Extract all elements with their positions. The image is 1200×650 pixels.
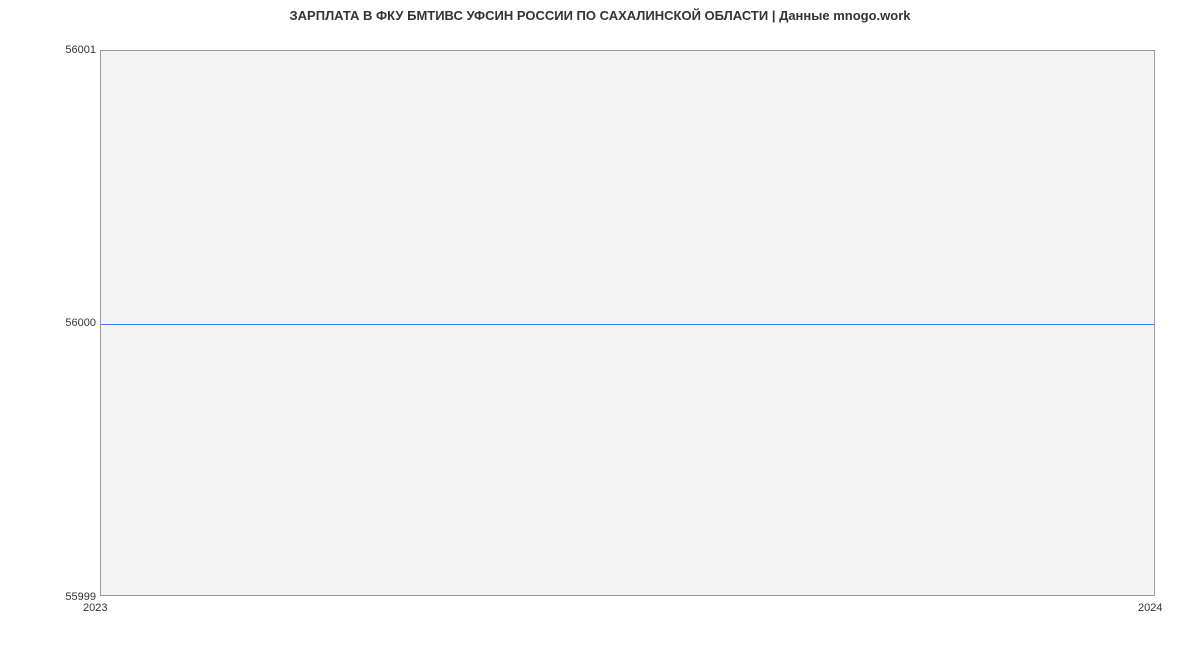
- chart-title: ЗАРПЛАТА В ФКУ БМТИВС УФСИН РОССИИ ПО СА…: [290, 8, 911, 23]
- y-tick-label: 56001: [6, 44, 96, 56]
- x-tick-label: 2023: [83, 602, 107, 614]
- chart-container: ЗАРПЛАТА В ФКУ БМТИВС УФСИН РОССИИ ПО СА…: [0, 0, 1200, 650]
- y-tick-label: 56000: [6, 317, 96, 329]
- plot-area: [100, 50, 1155, 596]
- data-line: [101, 324, 1154, 325]
- x-tick-label: 2024: [1138, 602, 1162, 614]
